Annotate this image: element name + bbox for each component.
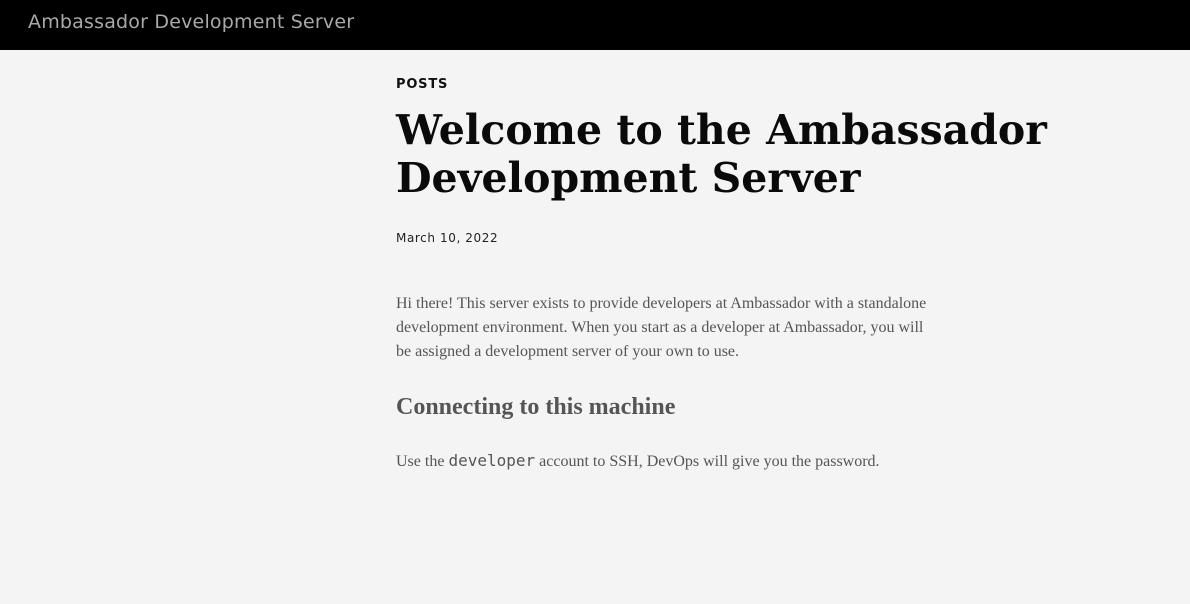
account-name-code: developer [448,451,536,470]
post-category-link[interactable]: POSTS [396,77,448,92]
ssh-instructions-prefix: Use the [396,453,449,470]
ssh-instructions-suffix: account to SSH, DevOps will give you the… [535,453,880,470]
section-heading: Connecting to this machine [396,394,676,420]
post-date: March 10, 2022 [396,231,499,245]
intro-paragraph: Hi there! This server exists to provide … [396,295,927,360]
post-title: Welcome to the Ambassador Development Se… [396,106,1047,202]
site-title-link[interactable]: Ambassador Development Server [28,11,354,33]
top-navbar: Ambassador Development Server [0,0,1190,50]
ssh-instructions: Use the developer account to SSH, DevOps… [396,449,996,474]
